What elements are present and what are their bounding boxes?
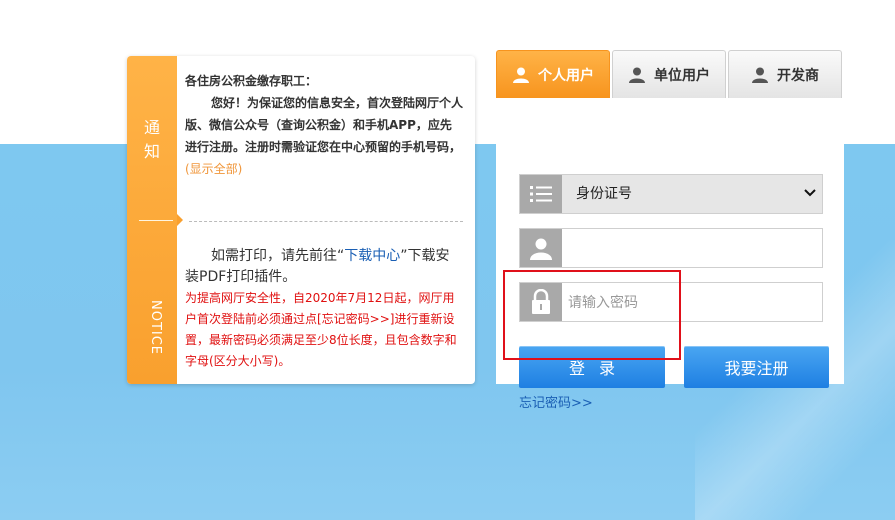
tab-personal-user[interactable]: 个人用户: [496, 50, 610, 98]
notice-label-en: NOTICE: [148, 300, 163, 356]
notice-label-cn: 通知: [127, 116, 177, 164]
notice-greeting: 各住房公积金缴存职工：: [185, 74, 318, 88]
user-icon: [513, 67, 529, 83]
show-all-link[interactable]: (显示全部): [185, 162, 242, 176]
notice-message: 各住房公积金缴存职工： 您好！为保证您的信息安全，首次登陆网厅个人版、微信公众号…: [185, 70, 463, 180]
register-button[interactable]: 我要注册: [684, 346, 829, 388]
notice-card: 通知 NOTICE 各住房公积金缴存职工： 您好！为保证您的信息安全，首次登陆网…: [127, 56, 475, 384]
user-icon: [752, 67, 768, 83]
forgot-password-link[interactable]: 忘记密码>>: [519, 392, 593, 411]
list-icon: [520, 175, 562, 213]
id-type-select[interactable]: 身份证号: [519, 174, 823, 214]
user-icon: [520, 229, 562, 267]
tab-company-user[interactable]: 单位用户: [612, 50, 726, 98]
notice-body-text: 您好！为保证您的信息安全，首次登陆网厅个人版、微信公众号（查询公积金）和手机AP…: [185, 96, 464, 154]
notice-body: 您好！为保证您的信息安全，首次登陆网厅个人版、微信公众号（查询公积金）和手机AP…: [185, 92, 463, 180]
tab-developer[interactable]: 开发商: [728, 50, 842, 98]
id-type-value[interactable]: 身份证号: [562, 175, 822, 213]
print-instruction: 如需打印，请先前往“下载中心”下载安装PDF打印插件。: [185, 246, 463, 288]
notice-print-info: 如需打印，请先前往“下载中心”下载安装PDF打印插件。 为提高网厅安全性，自20…: [185, 246, 463, 372]
notice-label-text: 通知: [143, 118, 160, 161]
user-type-tabs: 个人用户 单位用户 开发商: [496, 50, 844, 100]
notice-dashed-divider: [189, 221, 463, 222]
id-type-selected: 身份证号: [576, 186, 632, 202]
highlight-box: [503, 270, 681, 360]
tab-label: 开发商: [777, 67, 819, 84]
security-warning: 为提高网厅安全性，自2020年7月12日起，网厅用户首次登陆前必须通过点[忘记密…: [185, 291, 457, 368]
print-prefix: 如需打印，请先前往“: [211, 248, 345, 264]
tab-label: 单位用户: [654, 67, 710, 84]
notice-side-bar: 通知 NOTICE: [127, 56, 183, 384]
username-field[interactable]: [519, 228, 823, 268]
tab-label: 个人用户: [538, 67, 594, 84]
notice-bar-divider: [139, 220, 173, 221]
user-icon: [629, 67, 645, 83]
download-center-link[interactable]: 下载中心: [344, 248, 400, 264]
chevron-down-icon: [804, 189, 816, 197]
username-input[interactable]: [566, 231, 820, 267]
notice-bar-arrow: [177, 214, 183, 226]
